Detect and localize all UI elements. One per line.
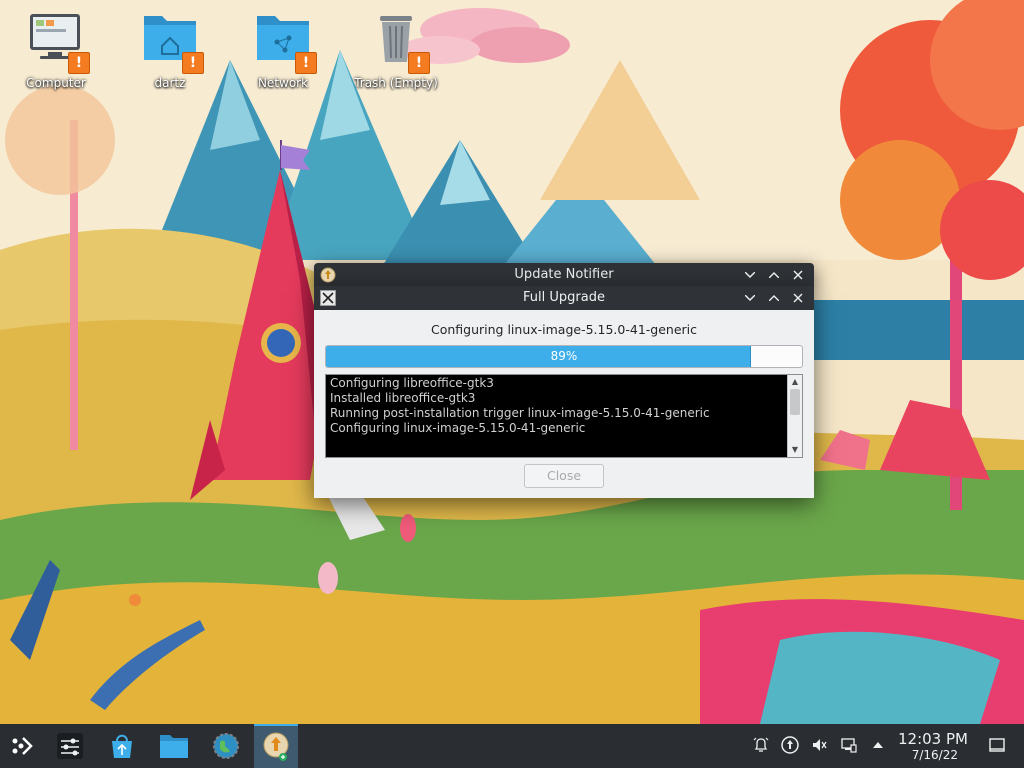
- log-scrollbar[interactable]: ▲ ▼: [787, 375, 802, 457]
- warning-badge-icon: !: [182, 52, 204, 74]
- network-tray[interactable]: [838, 734, 860, 756]
- dolphin-task[interactable]: [152, 726, 196, 766]
- chevron-down-icon: [745, 272, 755, 278]
- updates-icon: [781, 736, 799, 754]
- close-button[interactable]: Close: [524, 464, 604, 488]
- taskbar: 12:03 PM 7/16/22: [0, 724, 1024, 768]
- desktop-icon-trash[interactable]: ! Trash (Empty): [348, 10, 444, 90]
- system-settings-icon: [57, 733, 83, 759]
- maximize-button[interactable]: [764, 265, 784, 285]
- network-folder-icon: !: [251, 10, 317, 74]
- scroll-down-icon[interactable]: ▼: [788, 443, 802, 457]
- trash-icon: !: [364, 10, 430, 74]
- show-desktop-icon: [989, 738, 1005, 752]
- volume-tray[interactable]: [808, 734, 830, 756]
- close-icon: [793, 270, 803, 280]
- expand-tray-icon: [873, 742, 883, 748]
- chevron-up-icon: [769, 295, 779, 301]
- status-text: Configuring linux-image-5.15.0-41-generi…: [430, 322, 698, 337]
- log-line: Configuring libreoffice-gtk3: [330, 376, 494, 390]
- close-icon: [793, 293, 803, 303]
- minimize-button[interactable]: [740, 288, 760, 308]
- warning-badge-icon: !: [68, 52, 90, 74]
- desktop-icon-label: dartz: [154, 76, 186, 90]
- update-notifier-task[interactable]: [254, 724, 298, 768]
- expand-tray-button[interactable]: [867, 734, 889, 756]
- warning-badge-icon: !: [295, 52, 317, 74]
- web-browser-task[interactable]: [204, 726, 248, 766]
- desktop-icon-home-folder[interactable]: ! dartz: [122, 10, 218, 90]
- system-settings-task[interactable]: [48, 726, 92, 766]
- computer-icon: !: [24, 10, 90, 74]
- full-upgrade-title: Full Upgrade: [523, 290, 605, 305]
- update-notifier-app-icon: [320, 267, 336, 283]
- clock-time: 12:03 PM: [898, 730, 968, 748]
- web-browser-icon: [213, 733, 239, 759]
- home-folder-icon: !: [138, 10, 204, 74]
- close-window-button[interactable]: [788, 288, 808, 308]
- application-launcher-button[interactable]: [0, 726, 44, 766]
- log-line: Running post-installation trigger linux-…: [330, 406, 710, 420]
- update-notifier-title: Update Notifier: [514, 267, 614, 282]
- log-lines: Configuring libreoffice-gtk3 Installed li…: [330, 376, 784, 436]
- log-line: Installed libreoffice-gtk3: [330, 391, 476, 405]
- notifications-icon: [753, 737, 769, 752]
- chevron-down-icon: [745, 295, 755, 301]
- progress-label: 89%: [550, 349, 578, 363]
- desktop-icon-label: Trash (Empty): [354, 76, 438, 90]
- desktop-icon-network[interactable]: ! Network: [235, 10, 331, 90]
- log-line: Configuring linux-image-5.15.0-41-generi…: [330, 421, 586, 435]
- dolphin-file-manager-icon: [160, 735, 188, 758]
- desktop-icon-label: Network: [257, 76, 309, 90]
- desktop-icon-label: Computer: [26, 76, 86, 90]
- scroll-up-icon[interactable]: ▲: [788, 375, 802, 389]
- full-upgrade-titlebar[interactable]: Full Upgrade: [314, 286, 814, 310]
- discover-task[interactable]: [100, 726, 144, 766]
- chevron-up-icon: [769, 272, 779, 278]
- x-app-icon: [320, 290, 336, 306]
- full-upgrade-window[interactable]: Full Upgrade Configuring linux-image-5.1…: [314, 286, 814, 498]
- minimize-button[interactable]: [740, 265, 760, 285]
- progress-bar: 89%: [325, 345, 803, 368]
- digital-clock[interactable]: 12:03 PM 7/16/22: [892, 730, 974, 762]
- notifications-tray[interactable]: [750, 734, 772, 756]
- updates-tray[interactable]: [779, 734, 801, 756]
- network-icon: [841, 738, 857, 753]
- volume-muted-icon: [813, 739, 827, 751]
- discover-store-icon: [112, 734, 132, 758]
- update-notifier-icon: [263, 732, 289, 761]
- clock-date: 7/16/22: [911, 748, 958, 762]
- maximize-button[interactable]: [764, 288, 784, 308]
- warning-badge-icon: !: [408, 52, 430, 74]
- desktop-icon-computer[interactable]: ! Computer: [8, 10, 104, 90]
- close-window-button[interactable]: [788, 265, 808, 285]
- update-notifier-titlebar[interactable]: Update Notifier: [314, 263, 814, 287]
- scrollbar-thumb[interactable]: [790, 389, 800, 415]
- show-desktop-button[interactable]: [986, 734, 1008, 756]
- application-launcher-icon: [12, 737, 33, 755]
- log-output[interactable]: Configuring libreoffice-gtk3 Installed li…: [325, 374, 803, 458]
